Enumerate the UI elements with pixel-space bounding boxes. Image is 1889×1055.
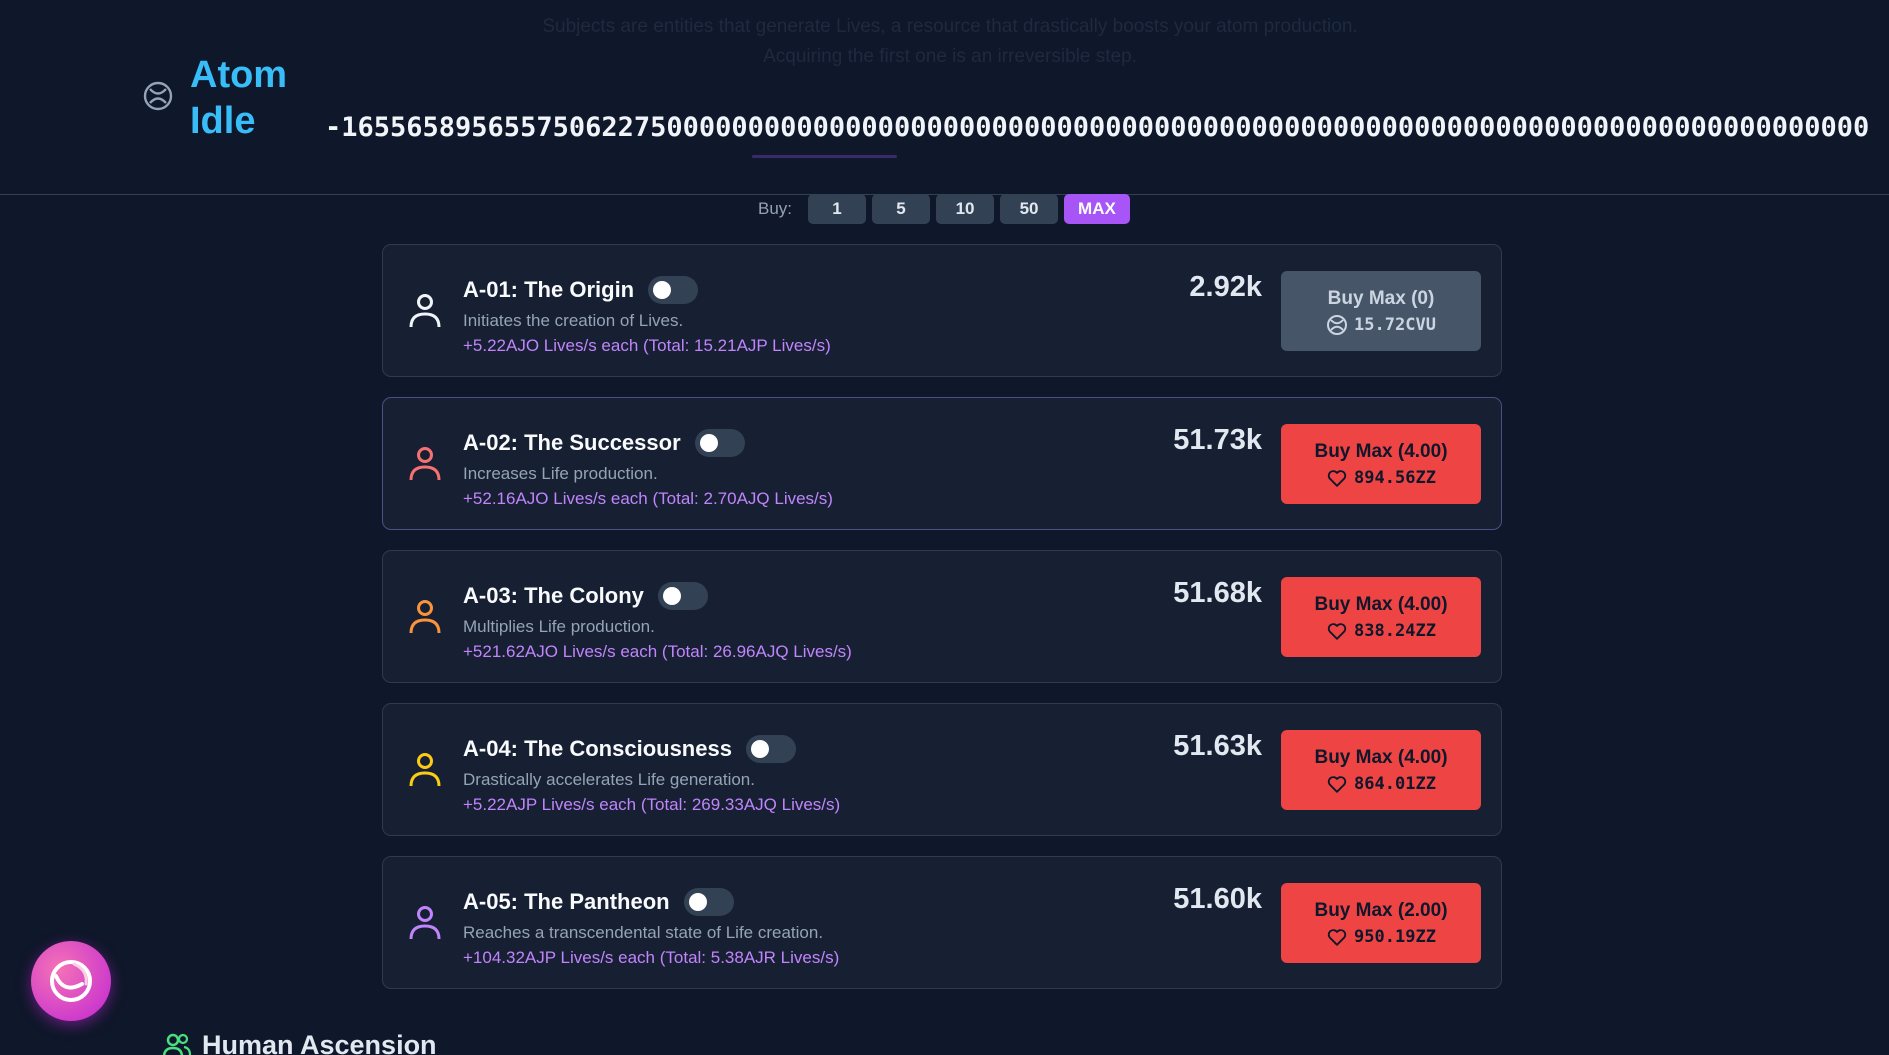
cost-value: 838.24ZZ xyxy=(1354,620,1436,641)
generator-count: 51.63k xyxy=(1173,730,1262,762)
buy-amount-5-button[interactable]: 5 xyxy=(872,194,931,224)
page: Subjects are entities that generate Live… xyxy=(0,0,1889,1055)
generator-count: 2.92k xyxy=(1189,271,1262,303)
generator-rate: +5.22AJO Lives/s each (Total: 15.21AJP L… xyxy=(463,336,831,355)
buy-max-button[interactable]: Buy Max (4.00) 894.56ZZ xyxy=(1281,424,1481,504)
atom-icon xyxy=(1327,314,1348,335)
auto-buy-toggle[interactable] xyxy=(648,276,699,304)
generator-title: A-03: The Colony xyxy=(463,583,644,608)
generator-card: A-04: The Consciousness Drastically acce… xyxy=(382,703,1502,836)
buy-button-cost: 864.01ZZ xyxy=(1326,773,1436,795)
buy-max-button[interactable]: Buy Max (2.00) 950.19ZZ xyxy=(1281,883,1481,963)
generator-description: Multiplies Life production. xyxy=(463,617,655,636)
generator-rate: +521.62AJO Lives/s each (Total: 26.96AJQ… xyxy=(463,642,852,661)
app-title: Atom Idle xyxy=(190,54,288,142)
toggle-knob xyxy=(750,740,769,758)
generator-title-row: A-04: The Consciousness xyxy=(463,735,796,763)
buy-button-label: Buy Max (4.00) xyxy=(1314,440,1448,462)
person-icon xyxy=(409,447,441,481)
generator-rate: +52.16AJO Lives/s each (Total: 2.70AJQ L… xyxy=(463,489,833,508)
generator-title: A-02: The Successor xyxy=(463,430,681,455)
generator-count: 51.60k xyxy=(1173,883,1262,915)
generator-card: A-01: The Origin Initiates the creation … xyxy=(382,244,1502,377)
heart-icon xyxy=(1327,775,1347,793)
buy-amount-selector: Buy: 1 5 10 50 MAX xyxy=(758,193,1130,225)
cost-value: 894.56ZZ xyxy=(1354,467,1436,488)
cost-value: 15.72CVU xyxy=(1354,314,1436,335)
generator-card: A-05: The Pantheon Reaches a transcenden… xyxy=(382,856,1502,989)
buy-button-cost: 950.19ZZ xyxy=(1326,926,1436,948)
buy-max-button[interactable]: Buy Max (0) 15.72CVU xyxy=(1281,271,1481,351)
toggle-knob xyxy=(699,434,718,452)
section-header-human-ascension: Human Ascension xyxy=(162,1030,437,1055)
generator-title: A-05: The Pantheon xyxy=(463,889,670,914)
cost-value: 864.01ZZ xyxy=(1354,773,1436,794)
generator-rate: +5.22AJP Lives/s each (Total: 269.33AJQ … xyxy=(463,795,841,814)
heart-icon xyxy=(1327,928,1347,946)
generator-rate: +104.32AJP Lives/s each (Total: 5.38AJR … xyxy=(463,948,840,967)
faded-intro-text: Subjects are entities that generate Live… xyxy=(542,16,1358,67)
generator-card: A-03: The Colony Multiplies Life product… xyxy=(382,550,1502,683)
generator-description: Initiates the creation of Lives. xyxy=(463,311,684,330)
buy-amount-max-button[interactable]: MAX xyxy=(1064,194,1130,224)
buy-amount-10-button[interactable]: 10 xyxy=(936,194,995,224)
generator-title-row: A-05: The Pantheon xyxy=(463,888,734,916)
toggle-knob xyxy=(662,587,681,605)
atom-icon xyxy=(143,81,173,111)
person-icon xyxy=(409,906,441,940)
buy-button-label: Buy Max (4.00) xyxy=(1314,593,1448,615)
users-icon xyxy=(162,1033,192,1055)
generator-description: Reaches a transcendental state of Life c… xyxy=(463,923,824,942)
person-icon xyxy=(409,753,441,787)
buy-button-label: Buy Max (2.00) xyxy=(1314,899,1448,921)
buy-amount-50-button[interactable]: 50 xyxy=(1000,194,1059,224)
generator-count: 51.68k xyxy=(1173,577,1262,609)
buy-button-cost: 838.24ZZ xyxy=(1326,620,1436,642)
buy-amount-1-button[interactable]: 1 xyxy=(808,194,867,224)
generator-title-row: A-01: The Origin xyxy=(463,276,699,304)
atom-counter: -165565895655750622750000000000000000000… xyxy=(325,112,1870,143)
generator-card: A-02: The Successor Increases Life produ… xyxy=(382,397,1502,530)
buy-button-label: Buy Max (4.00) xyxy=(1314,746,1448,768)
auto-buy-toggle[interactable] xyxy=(694,429,745,457)
buy-label: Buy: xyxy=(758,199,793,218)
toggle-knob xyxy=(653,281,672,299)
toggle-knob xyxy=(688,893,707,911)
floating-swirl-button[interactable] xyxy=(31,941,111,1021)
buy-button-cost: 894.56ZZ xyxy=(1326,467,1436,489)
auto-buy-toggle[interactable] xyxy=(683,888,734,916)
generator-count: 51.73k xyxy=(1173,424,1262,456)
buy-max-button[interactable]: Buy Max (4.00) 864.01ZZ xyxy=(1281,730,1481,810)
heart-icon xyxy=(1327,622,1347,640)
person-icon xyxy=(409,600,441,634)
header: Subjects are entities that generate Live… xyxy=(0,0,1889,195)
generator-title-row: A-02: The Successor xyxy=(463,429,745,457)
section-title: Human Ascension xyxy=(202,1030,437,1055)
counter-underline xyxy=(752,155,897,158)
auto-buy-toggle[interactable] xyxy=(657,582,708,610)
buy-button-cost: 15.72CVU xyxy=(1326,314,1436,336)
generator-title: A-01: The Origin xyxy=(463,277,635,302)
generator-title: A-04: The Consciousness xyxy=(463,736,732,761)
auto-buy-toggle[interactable] xyxy=(745,735,796,763)
generator-description: Increases Life production. xyxy=(463,464,658,483)
swirl-icon xyxy=(50,960,92,1002)
buy-button-label: Buy Max (0) xyxy=(1327,287,1435,309)
buy-max-button[interactable]: Buy Max (4.00) 838.24ZZ xyxy=(1281,577,1481,657)
generator-title-row: A-03: The Colony xyxy=(463,582,708,610)
cost-value: 950.19ZZ xyxy=(1354,926,1436,947)
generator-description: Drastically accelerates Life generation. xyxy=(463,770,755,789)
heart-icon xyxy=(1327,469,1347,487)
person-icon xyxy=(409,294,441,328)
